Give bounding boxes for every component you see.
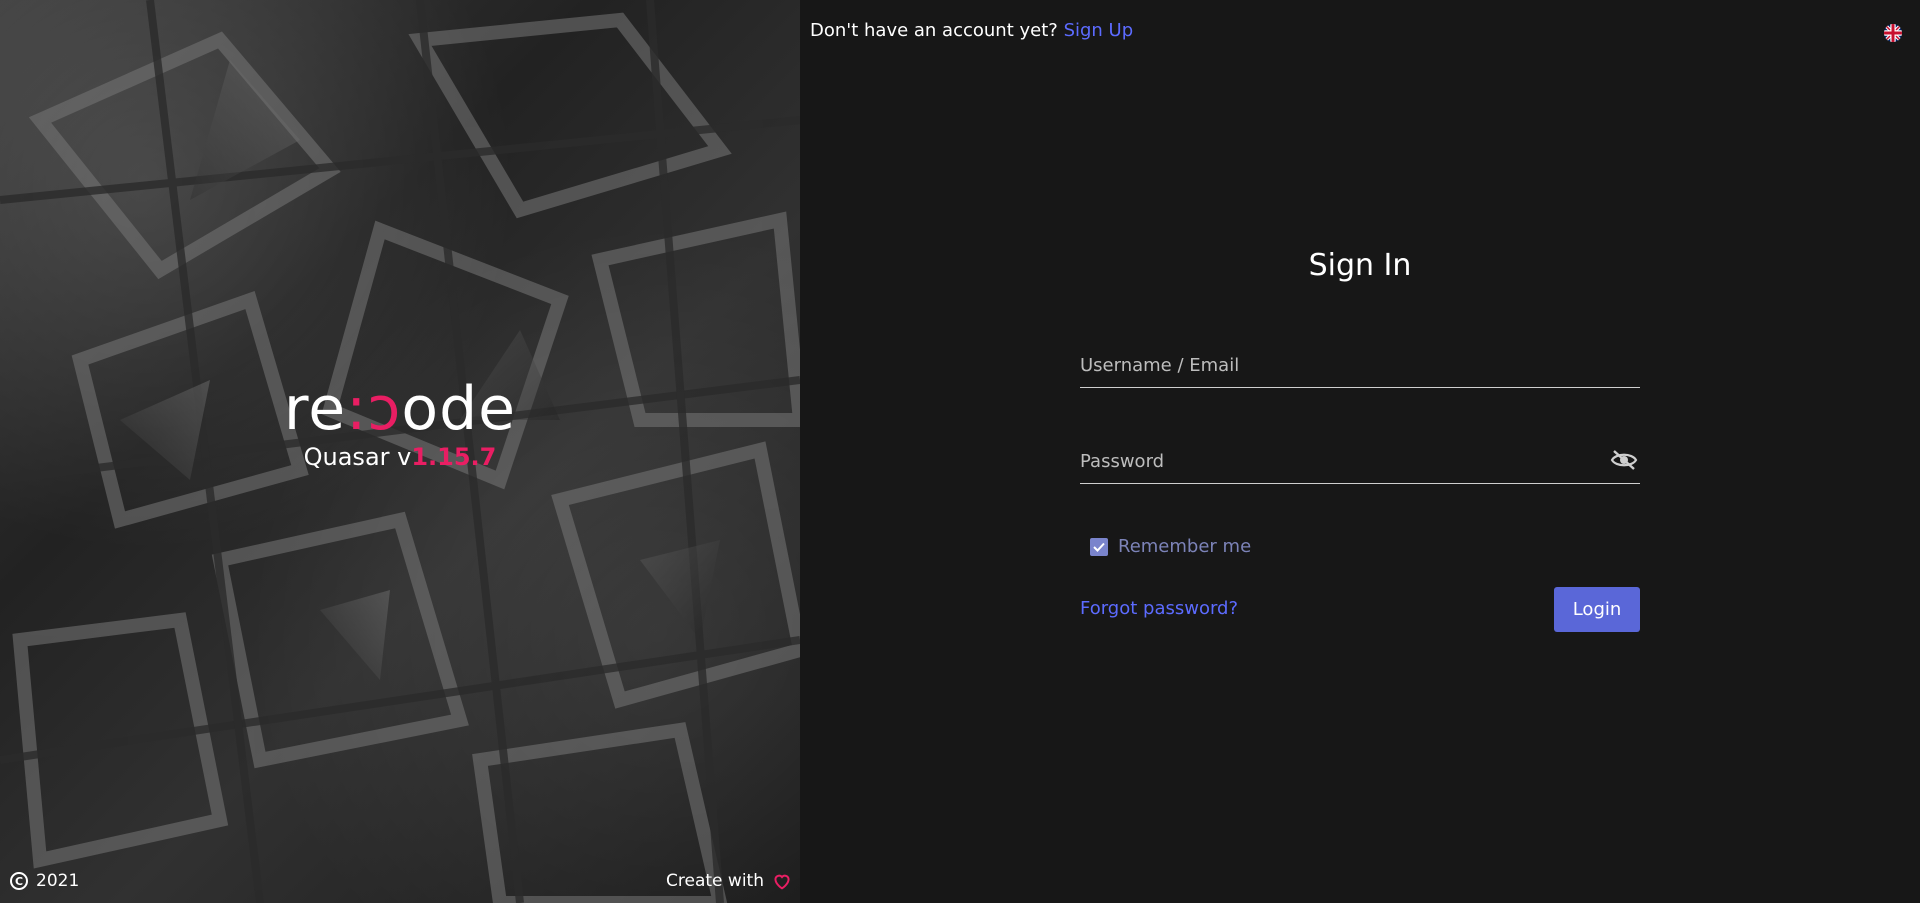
uk-flag-icon[interactable] bbox=[1884, 24, 1902, 42]
heart-icon bbox=[772, 872, 792, 890]
brand-block: re:ɔode Quasar v1.15.7 bbox=[0, 378, 800, 472]
hero-panel: re:ɔode Quasar v1.15.7 C 2021 Create wit… bbox=[0, 0, 800, 903]
copyright-year: 2021 bbox=[36, 871, 80, 891]
created-with-label: Create with bbox=[666, 871, 764, 891]
login-button[interactable]: Login bbox=[1554, 587, 1640, 632]
remember-me[interactable]: Remember me bbox=[1090, 536, 1251, 557]
signup-link[interactable]: Sign Up bbox=[1064, 20, 1134, 41]
eye-off-icon[interactable] bbox=[1610, 448, 1638, 472]
remember-me-label: Remember me bbox=[1118, 536, 1252, 557]
check-icon bbox=[1093, 542, 1105, 552]
copyright: C 2021 bbox=[10, 871, 79, 891]
version-label: Quasar v1.15.7 bbox=[303, 443, 497, 471]
signup-prompt: Don't have an account yet? Sign Up bbox=[810, 20, 1133, 41]
recode-logo: re:ɔode bbox=[283, 374, 517, 444]
signup-prompt-text: Don't have an account yet? bbox=[810, 20, 1058, 41]
forgot-password-link[interactable]: Forgot password? bbox=[1080, 598, 1238, 619]
login-page: re:ɔode Quasar v1.15.7 C 2021 Create wit… bbox=[0, 0, 1920, 903]
version-number: 1.15.7 bbox=[411, 443, 497, 471]
username-field[interactable] bbox=[1080, 344, 1640, 388]
remember-me-checkbox[interactable] bbox=[1090, 537, 1108, 556]
created-with: Create with bbox=[666, 871, 792, 891]
username-input[interactable] bbox=[1080, 344, 1640, 387]
page-title: Sign In bbox=[1308, 248, 1412, 283]
password-field[interactable] bbox=[1080, 440, 1640, 484]
copyright-icon: C bbox=[10, 872, 28, 890]
login-panel: Don't have an account yet? Sign Up Sign … bbox=[800, 0, 1920, 903]
password-input[interactable] bbox=[1080, 440, 1640, 483]
